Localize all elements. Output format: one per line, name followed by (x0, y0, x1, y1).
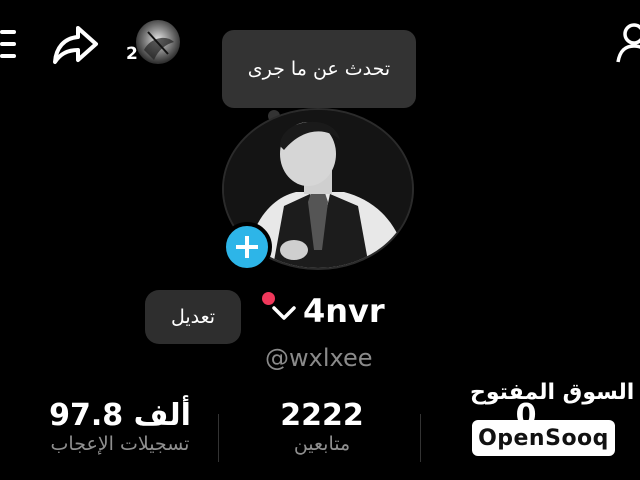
share-arrow-icon[interactable] (50, 22, 100, 66)
likes-count: 97.8 ألف (49, 398, 191, 433)
hamburger-icon[interactable] (0, 26, 16, 62)
watermark-logo: OpenSooq (472, 420, 615, 456)
divider (218, 414, 219, 462)
followers-label: متابعين (293, 433, 351, 455)
edit-profile-button[interactable]: تعديل (145, 290, 241, 344)
watermark-arabic: السوق المفتوح (470, 380, 635, 405)
add-story-button[interactable] (222, 222, 272, 272)
user-handle: @wxlxee (265, 344, 373, 372)
divider (420, 414, 421, 462)
chevron-down-icon[interactable] (270, 302, 298, 324)
followers-count: 2222 (280, 398, 364, 433)
username[interactable]: 4nvr (303, 292, 385, 330)
visitor-avatar[interactable] (136, 20, 180, 64)
person-icon[interactable] (612, 18, 640, 64)
likes-label: تسجيلات الإعجاب (50, 433, 190, 455)
note-bubble[interactable]: تحدث عن ما جرى (222, 30, 416, 108)
note-bubble-text: تحدث عن ما جرى (247, 58, 391, 80)
stat-likes[interactable]: 97.8 ألف تسجيلات الإعجاب (30, 398, 210, 455)
stat-followers[interactable]: 2222 متابعين (232, 398, 412, 455)
